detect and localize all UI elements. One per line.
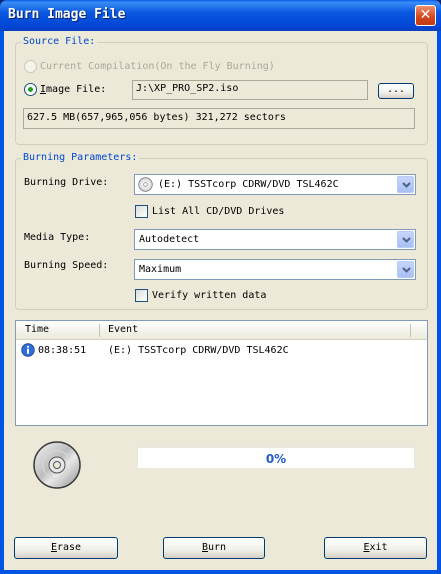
image-file-radio[interactable] bbox=[24, 83, 37, 96]
list-all-drives-label: List All CD/DVD Drives bbox=[152, 206, 285, 217]
media-type-value: Autodetect bbox=[139, 234, 200, 245]
verify-written-data-checkbox[interactable] bbox=[135, 289, 148, 302]
erase-button[interactable]: Erase bbox=[14, 537, 118, 559]
window-title: Burn Image File bbox=[8, 7, 126, 22]
image-file-label: Image File: bbox=[40, 84, 107, 95]
burning-drive-select[interactable]: (E:) TSSTcorp CDRW/DVD TSL462C bbox=[134, 174, 416, 195]
verify-written-data-label: Verify written data bbox=[152, 290, 267, 301]
table-row[interactable]: 08:38:51 (E:) TSSTcorp CDRW/DVD TSL462C bbox=[16, 342, 427, 360]
source-file-group: Source File: Current Compilation(On the … bbox=[15, 36, 428, 145]
source-file-legend: Source File: bbox=[21, 36, 98, 47]
browse-button[interactable]: ... bbox=[378, 83, 414, 99]
radio-selected-dot bbox=[28, 87, 33, 92]
image-info-field: 627.5 MB(657,965,056 bytes) 321,272 sect… bbox=[23, 108, 415, 129]
chevron-down-icon[interactable] bbox=[397, 231, 414, 248]
burning-drive-value: (E:) TSSTcorp CDRW/DVD TSL462C bbox=[158, 179, 339, 190]
title-bar[interactable]: Burn Image File ✕ bbox=[0, 0, 441, 31]
burning-drive-label: Burning Drive: bbox=[24, 177, 109, 188]
log-event: (E:) TSSTcorp CDRW/DVD TSL462C bbox=[108, 345, 289, 356]
burn-image-window: Burn Image File ✕ Source File: Current C… bbox=[0, 0, 441, 574]
burning-speed-select[interactable]: Maximum bbox=[134, 259, 416, 280]
cd-drive-icon bbox=[138, 177, 153, 195]
burn-progress-bar: 0% bbox=[137, 447, 415, 469]
chevron-down-icon[interactable] bbox=[397, 261, 414, 278]
event-log-list[interactable]: Time Event 08:38:51 (E:) TSSTcorp CDRW/D… bbox=[15, 320, 428, 426]
column-header-time[interactable]: Time bbox=[25, 324, 49, 335]
media-type-select[interactable]: Autodetect bbox=[134, 229, 416, 250]
column-divider[interactable] bbox=[410, 324, 411, 337]
exit-button[interactable]: Exit bbox=[324, 537, 427, 559]
close-button[interactable]: ✕ bbox=[415, 5, 436, 26]
log-time: 08:38:51 bbox=[38, 345, 87, 356]
column-header-event[interactable]: Event bbox=[108, 324, 138, 335]
image-file-path-field[interactable]: J:\XP_PRO_SP2.iso bbox=[132, 80, 368, 100]
burn-button[interactable]: Burn bbox=[163, 537, 265, 559]
burning-speed-label: Burning Speed: bbox=[24, 260, 109, 271]
info-icon bbox=[21, 343, 35, 360]
burning-speed-value: Maximum bbox=[139, 264, 182, 275]
column-divider[interactable] bbox=[99, 324, 100, 337]
disc-icon bbox=[31, 439, 83, 494]
current-compilation-radio[interactable] bbox=[24, 60, 37, 73]
burning-parameters-legend: Burning Parameters: bbox=[21, 152, 140, 163]
list-all-drives-checkbox[interactable] bbox=[135, 205, 148, 218]
dialog-body: Source File: Current Compilation(On the … bbox=[4, 31, 437, 570]
progress-percent: 0% bbox=[265, 452, 287, 466]
burning-parameters-group: Burning Parameters: Burning Drive: (E:) … bbox=[15, 152, 428, 310]
chevron-down-icon[interactable] bbox=[397, 176, 414, 193]
current-compilation-label: Current Compilation(On the Fly Burning) bbox=[40, 61, 275, 72]
media-type-label: Media Type: bbox=[24, 232, 91, 243]
log-header: Time Event bbox=[16, 321, 427, 340]
